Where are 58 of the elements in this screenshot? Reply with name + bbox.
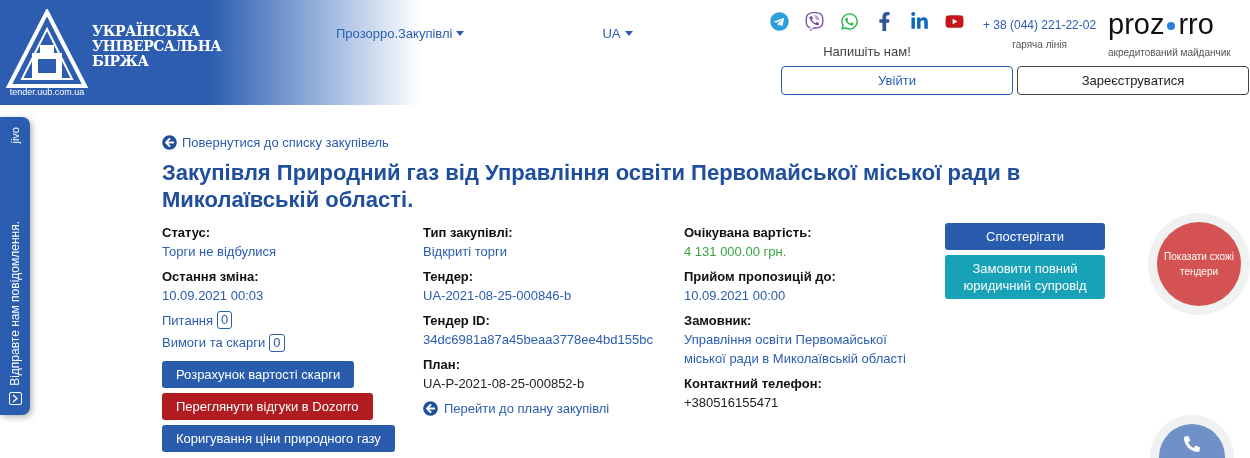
phone-bubble-icon[interactable] <box>805 11 824 31</box>
field-value: UA-P-2021-08-25-000852-b <box>423 374 586 393</box>
linkedin-icon[interactable] <box>910 11 929 31</box>
field-label: Замовник: <box>684 311 753 330</box>
triangle-logo-icon <box>6 8 88 89</box>
field-label: План: <box>423 355 461 374</box>
expand-icon <box>8 392 22 405</box>
field-value: Управління освіти Первомайської міської ради в Миколаївській області <box>684 330 907 368</box>
field-value: 10.09.2021 00:00 <box>684 286 787 305</box>
field-label: Тендер ID: <box>423 311 491 330</box>
field-label: Статус: <box>162 223 212 242</box>
paper-plane-icon[interactable] <box>770 11 789 31</box>
logo-name-line: БІРЖА <box>92 54 150 69</box>
back-arrow-icon <box>162 135 177 151</box>
field-label: Контактний телефон: <box>684 374 823 393</box>
brand-logo: proz rro <box>1108 8 1215 40</box>
field-value: Торги не відбулися <box>162 242 278 261</box>
chat-label: Відправте нам повідомлення. <box>7 221 23 386</box>
action-button[interactable]: Розрахунок вартості скарги <box>162 360 355 388</box>
field-value: Відкриті торги <box>423 242 509 261</box>
page-title: Закупівля Природний газ від Управління освіти Первомайської міської ради в Миколаївській області. <box>162 158 1022 213</box>
field-label: Очікувана вартість: <box>684 223 813 242</box>
write-us-text: Напишіть нам! <box>823 43 911 61</box>
brand-caption: акредитований майданчик <box>1108 46 1231 60</box>
field-value: 10.09.2021 00:03 <box>162 286 265 305</box>
action-button[interactable]: Спостерігати <box>945 222 1105 250</box>
caret-icon <box>624 31 633 37</box>
plan-link[interactable]: Перейти до плану закупівлі <box>444 398 610 418</box>
login-button[interactable]: Увійти <box>781 66 1013 95</box>
field-value: +380516155471 <box>684 393 780 412</box>
field-label: Тендер: <box>423 267 475 286</box>
back-link[interactable]: Повернутися до списку закупівель <box>182 133 389 153</box>
field-label: Прийом пропозицій до: <box>684 267 837 286</box>
count-badge: 0 <box>217 311 233 330</box>
field-label: Остання зміна: <box>162 267 260 286</box>
register-button[interactable]: Зареєструватися <box>1017 66 1249 95</box>
chat-brand: jivo <box>7 127 22 144</box>
count-badge: 0 <box>269 333 285 352</box>
logo-name-line: УКРАЇНСЬКА <box>92 24 201 39</box>
chat-tab[interactable]: jivo Відправте нам повідомлення. <box>0 117 30 415</box>
counter-link[interactable]: Вимоги та скарги <box>162 333 266 353</box>
field-value: UA-2021-08-25-000846-b <box>423 286 573 305</box>
action-button[interactable]: Переглянути відгуки в Dozorro <box>162 392 373 420</box>
nav-dropdown[interactable]: UA <box>602 24 633 44</box>
back-arrow-icon <box>423 400 438 416</box>
hotline-caption: гаряча лінія <box>1012 38 1067 52</box>
hotline-phone[interactable]: + 38 (044) 221-22-02 <box>983 16 1097 34</box>
field-value: 34dc6981a87a45beaa3778ee4bd155bc <box>423 330 654 349</box>
logo-site: tender.uub.com.ua <box>9 86 85 97</box>
chat-phone-icon[interactable] <box>840 11 859 31</box>
similar-tenders-button[interactable]: Показати схожі тендери <box>1157 222 1241 306</box>
field-label: Тип закупівлі: <box>423 223 514 242</box>
counter-link[interactable]: Питання <box>162 310 214 330</box>
phone-icon <box>1184 436 1200 452</box>
logo-name-line: УНІВЕРСАЛЬНА <box>92 39 222 54</box>
caret-icon <box>456 31 465 37</box>
action-button[interactable]: Коригування ціни природного газу <box>162 424 395 452</box>
field-value: 4 131 000.00 грн. <box>684 242 788 261</box>
